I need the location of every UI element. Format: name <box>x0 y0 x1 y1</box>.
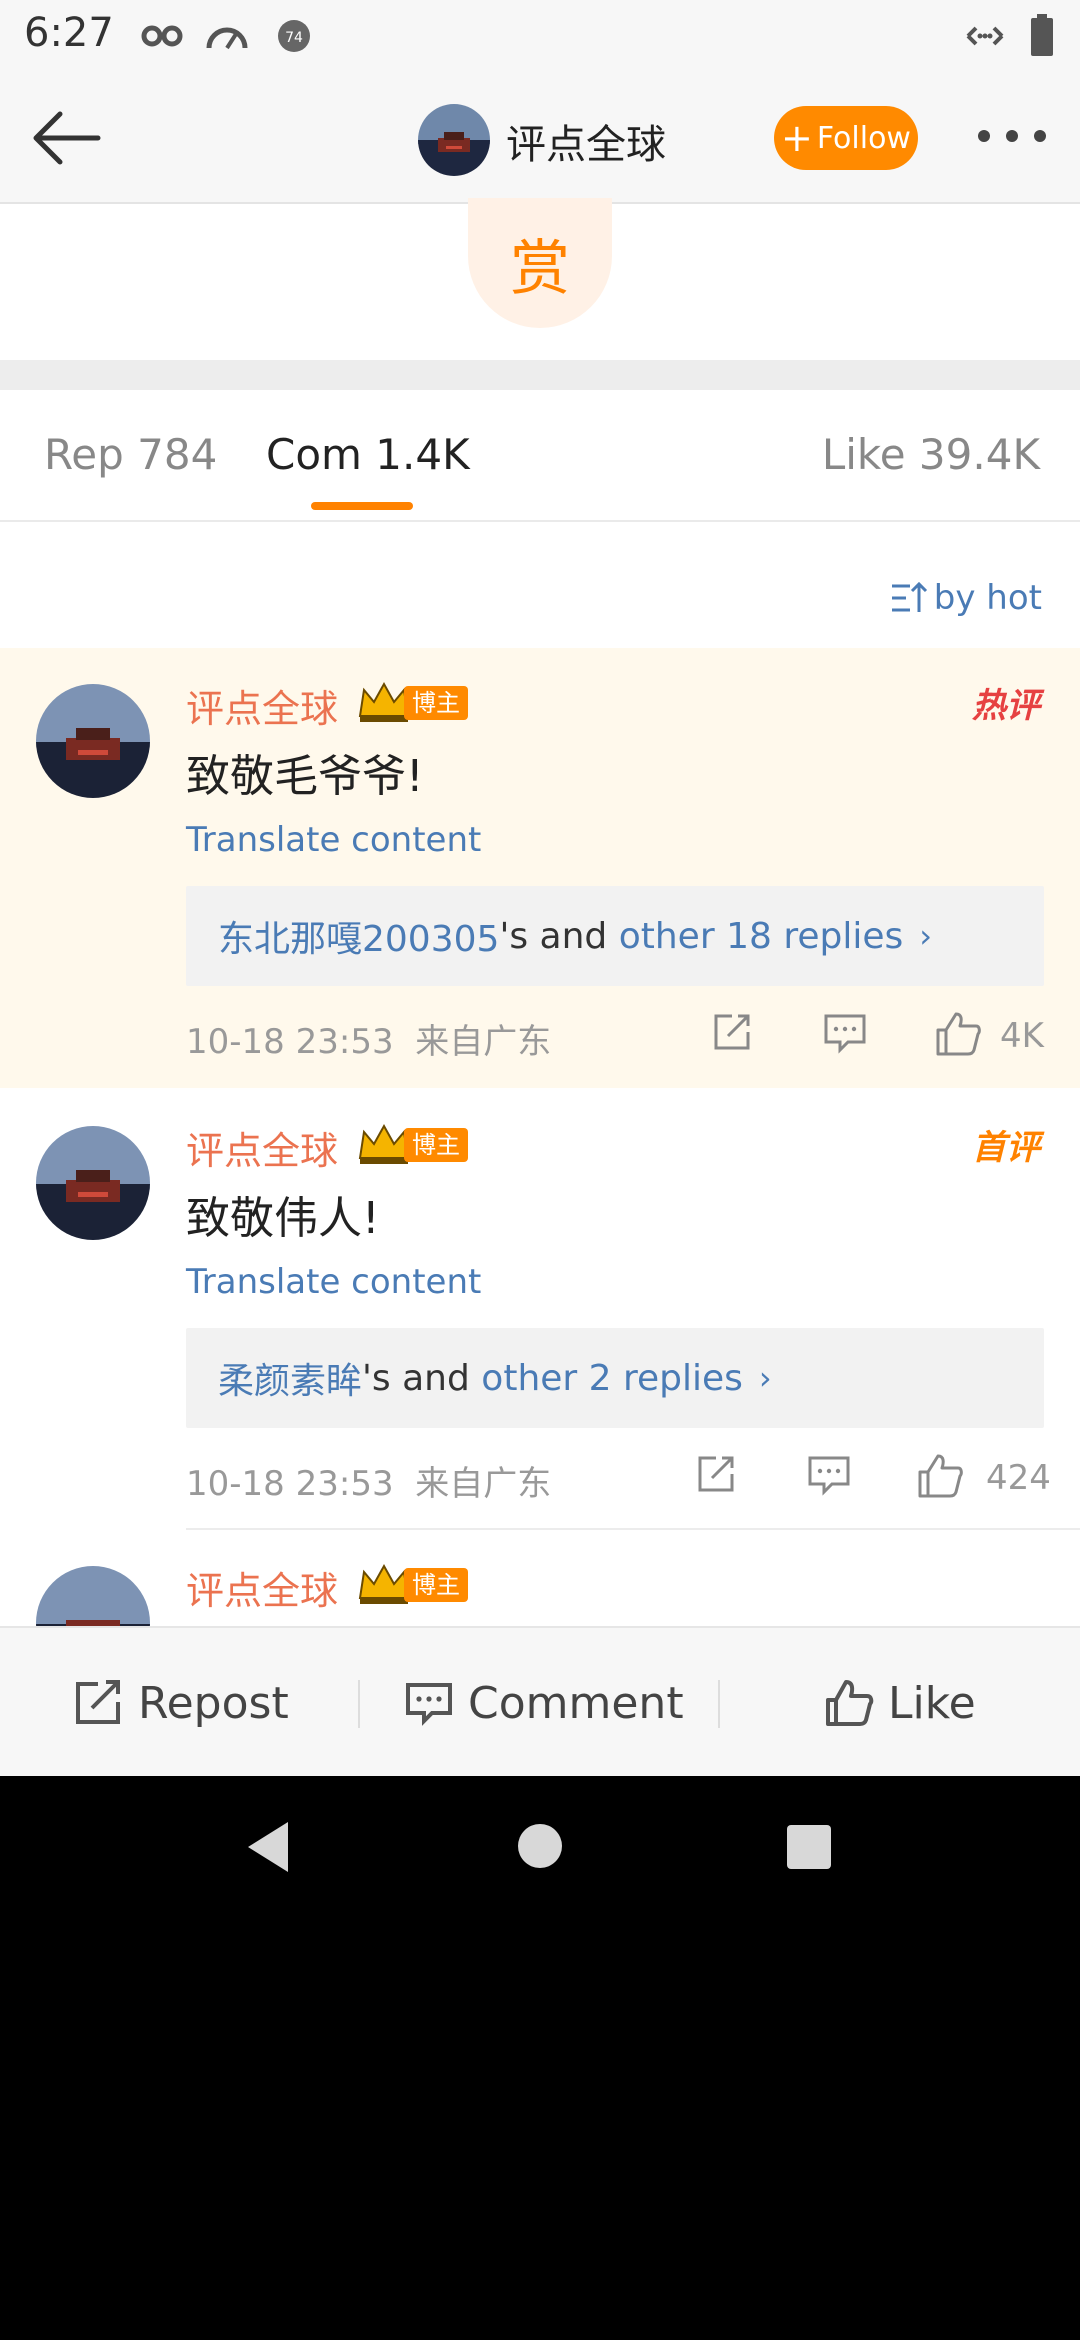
tab-likes[interactable]: Like 39.4K <box>822 430 1040 479</box>
weibo-comment-page: 6:27 74 评点全球 + Follow 赏 Rep 784 Com 1.4K… <box>0 0 1080 1776</box>
more-options-icon[interactable] <box>978 130 1050 146</box>
avatar-image-icon <box>418 104 490 176</box>
svg-text:74: 74 <box>285 30 303 46</box>
author-name[interactable]: 评点全球 <box>506 112 666 170</box>
reply-user[interactable]: 柔颜素眸 <box>218 1352 362 1404</box>
replies-preview[interactable]: 东北那嘎200305 's and other 18 replies › <box>186 886 1044 986</box>
reward-section: 赏 <box>0 198 1080 360</box>
status-time: 6:27 <box>24 10 114 56</box>
reply-connector: 's and <box>499 915 619 957</box>
reply-user[interactable]: 东北那嘎200305 <box>218 910 499 962</box>
sort-label: by hot <box>933 578 1042 618</box>
commenter-name[interactable]: 评点全球 <box>186 678 338 733</box>
nav-back-icon[interactable] <box>244 1820 292 1874</box>
top-nav-bar: 评点全球 + Follow <box>0 72 1080 204</box>
comment-item: 评点全球 博主 热评 致敬毛爷爷! Translate content 东北那嘎… <box>0 648 1080 1088</box>
speedometer-icon <box>206 27 248 50</box>
reward-label: 赏 <box>510 233 570 304</box>
separator <box>718 1680 720 1728</box>
avatar-image-icon <box>36 1126 150 1240</box>
bottom-action-bar: Repost Comment Like <box>0 1626 1080 1776</box>
commenter-avatar[interactable] <box>36 1126 150 1240</box>
commenter-avatar[interactable] <box>36 684 150 798</box>
avatar-image-icon <box>36 684 150 798</box>
hot-comment-tag: 热评 <box>972 686 1040 726</box>
nav-home-icon[interactable] <box>516 1822 564 1870</box>
replies-preview[interactable]: 柔颜素眸 's and other 2 replies › <box>186 1328 1044 1428</box>
battery-icon <box>1031 14 1053 56</box>
comment-item: 评点全球 博主 首评 致敬伟人! Translate content 柔颜素眸 … <box>0 1090 1080 1530</box>
separator <box>358 1680 360 1728</box>
comment-meta: 10-18 23:53 来自广东 <box>186 1022 552 1062</box>
system-navigation-bar <box>0 1776 1080 1926</box>
chevron-right-icon: › <box>758 1359 772 1397</box>
like-count: 424 <box>986 1458 1051 1498</box>
more-replies-link[interactable]: other 2 replies <box>481 1358 743 1399</box>
status-bar: 6:27 74 <box>0 0 1080 72</box>
incognito-icon <box>141 25 183 47</box>
thumbs-up-icon[interactable] <box>934 1010 982 1056</box>
reply-connector: 's and <box>362 1357 482 1399</box>
sort-button[interactable]: by hot <box>890 578 1042 618</box>
translate-link[interactable]: Translate content <box>186 820 481 860</box>
reply-icon[interactable] <box>822 1010 868 1054</box>
thumbs-up-icon[interactable] <box>916 1452 964 1498</box>
nav-recents-icon[interactable] <box>786 1824 832 1870</box>
tab-bar: Rep 784 Com 1.4K Like 39.4K <box>0 390 1080 522</box>
comment-icon <box>406 1683 452 1726</box>
comment-text: 致敬毛爷爷! <box>186 751 424 802</box>
like-count: 4K <box>1000 1016 1044 1056</box>
tab-comments[interactable]: Com 1.4K <box>266 430 470 479</box>
author-avatar[interactable] <box>418 104 490 176</box>
plus-icon: + <box>781 116 813 160</box>
share-icon[interactable] <box>710 1010 754 1054</box>
repost-label: Repost <box>138 1677 289 1729</box>
like-icon <box>826 1680 874 1726</box>
more-replies-link[interactable]: other 18 replies <box>619 916 904 957</box>
blogger-badge: 博主 <box>404 1128 468 1162</box>
blogger-badge: 博主 <box>404 686 468 720</box>
comment-button[interactable]: Comment <box>404 1628 684 1776</box>
tab-reposts[interactable]: Rep 784 <box>44 430 217 479</box>
comment-text: 致敬伟人! <box>186 1193 380 1244</box>
first-comment-tag: 首评 <box>972 1128 1040 1168</box>
notification-badge-icon: 74 <box>278 20 310 52</box>
section-divider <box>0 360 1080 390</box>
data-transfer-icon <box>966 26 1004 46</box>
comment-meta: 10-18 23:53 来自广东 <box>186 1464 552 1504</box>
chevron-right-icon: › <box>919 917 933 955</box>
blogger-badge: 博主 <box>404 1568 468 1602</box>
reply-icon[interactable] <box>806 1452 852 1496</box>
follow-button[interactable]: + Follow <box>774 106 918 170</box>
like-button[interactable]: Like <box>824 1628 976 1776</box>
repost-button[interactable]: Repost <box>72 1628 289 1776</box>
repost-icon <box>76 1680 120 1724</box>
sort-icon <box>891 581 927 612</box>
follow-label: Follow <box>816 120 911 156</box>
share-icon[interactable] <box>694 1452 738 1496</box>
translate-link[interactable]: Translate content <box>186 1262 481 1302</box>
like-label: Like <box>888 1677 976 1729</box>
back-arrow-icon[interactable] <box>24 102 104 172</box>
reward-button[interactable]: 赏 <box>468 198 612 328</box>
comment-label: Comment <box>468 1677 684 1729</box>
commenter-name[interactable]: 评点全球 <box>186 1560 338 1615</box>
active-tab-indicator <box>311 502 413 510</box>
commenter-name[interactable]: 评点全球 <box>186 1120 338 1175</box>
